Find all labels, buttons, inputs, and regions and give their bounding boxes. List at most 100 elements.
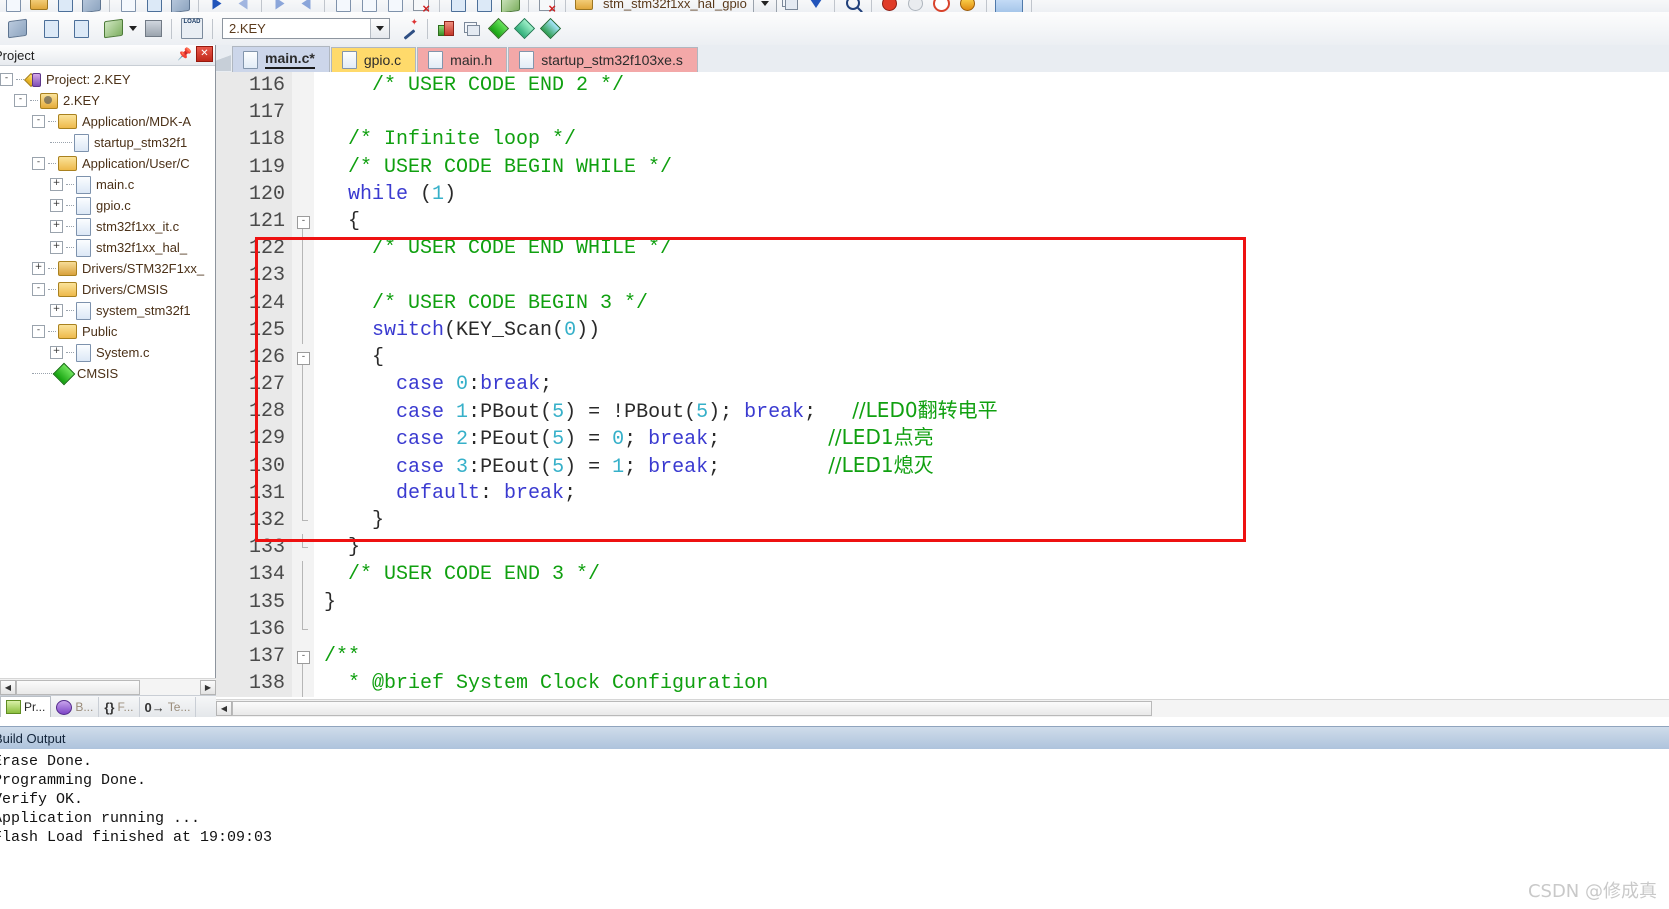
tree-item[interactable]: - Public	[0, 321, 215, 342]
code-line[interactable]: 128 case 1:PBout(5) = !PBout(5); break; …	[216, 397, 1669, 426]
code-line[interactable]: 118 /* Infinite loop */	[216, 126, 1669, 154]
fold-gutter[interactable]	[292, 479, 314, 507]
editor-tab-main.h[interactable]: main.h	[417, 47, 508, 72]
code-line[interactable]: 125 switch(KEY_Scan(0))	[216, 316, 1669, 344]
code-line[interactable]: 131 default: break;	[216, 479, 1669, 507]
panel-tab-te[interactable]: 0→ Te...	[140, 697, 197, 717]
collapse-icon[interactable]: -	[32, 115, 45, 128]
expand-icon[interactable]: +	[50, 199, 63, 212]
editor-tabbar[interactable]: main.c* gpio.c main.h startup_stm32f103xe.s	[216, 45, 1669, 73]
code-line[interactable]: 123	[216, 262, 1669, 290]
tree-item[interactable]: + main.c	[0, 174, 215, 195]
fold-gutter[interactable]	[292, 126, 314, 154]
code-text[interactable]	[314, 262, 336, 289]
tree-item[interactable]: - 2.KEY	[0, 90, 215, 111]
magic-wand-icon[interactable]	[398, 18, 420, 40]
code-line[interactable]: 135}	[216, 588, 1669, 616]
code-line[interactable]: 117	[216, 99, 1669, 127]
tree-item[interactable]: - Drivers/CMSIS	[0, 279, 215, 300]
code-line[interactable]: 122 /* USER CODE END WHILE */	[216, 235, 1669, 263]
chevron-down-icon[interactable]	[370, 19, 389, 38]
build-target-icon[interactable]	[142, 18, 164, 40]
fold-gutter[interactable]	[292, 425, 314, 453]
code-text[interactable]: case 0:break;	[314, 371, 552, 398]
fold-gutter[interactable]	[292, 99, 314, 127]
fold-gutter[interactable]	[292, 262, 314, 290]
fold-gutter[interactable]: -	[292, 207, 314, 236]
fold-gutter[interactable]	[292, 180, 314, 208]
code-text[interactable]: /* USER CODE END WHILE */	[314, 235, 672, 262]
configure-blocks-icon[interactable]	[435, 18, 457, 40]
code-text[interactable]	[314, 99, 336, 126]
scroll-left-button[interactable]: ◀	[0, 680, 16, 695]
code-line[interactable]: 132 }	[216, 507, 1669, 535]
editor-tab-gpio.c[interactable]: gpio.c	[330, 47, 417, 72]
fold-gutter[interactable]	[292, 615, 314, 643]
code-line[interactable]: 134 /* USER CODE END 3 */	[216, 561, 1669, 589]
code-line[interactable]: 119 /* USER CODE BEGIN WHILE */	[216, 153, 1669, 181]
dropdown-caret-icon[interactable]	[128, 18, 138, 40]
tree-item[interactable]: + stm32f1xx_hal_	[0, 237, 215, 258]
fold-gutter[interactable]: -	[292, 343, 314, 372]
tree-item[interactable]: + gpio.c	[0, 195, 215, 216]
expand-icon[interactable]: +	[32, 262, 45, 275]
multi-diamond-icon[interactable]	[539, 17, 561, 40]
tree-item[interactable]: CMSIS	[0, 362, 215, 385]
fold-gutter[interactable]	[292, 72, 314, 100]
tree-item[interactable]: + system_stm32f1	[0, 300, 215, 321]
fold-gutter[interactable]	[292, 398, 314, 426]
fold-gutter[interactable]	[292, 534, 314, 562]
code-text[interactable]: case 1:PBout(5) = !PBout(5); break; //LE…	[314, 397, 998, 426]
pin-icon[interactable]: 📌	[177, 48, 192, 60]
collapse-icon[interactable]: -	[32, 283, 45, 296]
code-lines[interactable]: 116 /* USER CODE END 2 */117 118 /* Infi…	[216, 72, 1669, 700]
code-text[interactable]: /* USER CODE BEGIN WHILE */	[314, 154, 672, 181]
project-panel-tabs[interactable]: Pr... B...{} F... 0→ Te...	[0, 695, 216, 717]
project-target-combo[interactable]: 2.KEY	[222, 18, 390, 39]
debug-settings-icon[interactable]	[70, 18, 92, 40]
windows-stack-icon[interactable]	[461, 18, 483, 40]
code-text[interactable]: /**	[314, 643, 360, 670]
code-line[interactable]: 129 case 2:PEout(5) = 0; break; //LED1点亮	[216, 424, 1669, 453]
tree-item[interactable]: + System.c	[0, 342, 215, 363]
tree-item[interactable]: + stm32f1xx_it.c	[0, 216, 215, 237]
editor-hscrollbar[interactable]: ◀	[216, 699, 1669, 717]
code-line[interactable]: 116 /* USER CODE END 2 */	[216, 72, 1669, 100]
panel-tab-pr[interactable]: Pr...	[0, 696, 52, 717]
download-to-target-icon[interactable]	[6, 18, 28, 40]
code-text[interactable]: /* Infinite loop */	[314, 126, 576, 153]
collapse-icon[interactable]: -	[32, 157, 45, 170]
code-text[interactable]: }	[314, 507, 384, 534]
fold-gutter[interactable]	[292, 670, 314, 698]
editor-tab-startup_stm32f103xe.s[interactable]: startup_stm32f103xe.s	[508, 47, 698, 72]
fold-collapse-icon[interactable]: -	[297, 650, 310, 664]
expand-icon[interactable]: +	[50, 346, 63, 359]
code-text[interactable]: case 3:PEout(5) = 1; break; //LED1熄灭	[314, 452, 934, 481]
scroll-thumb[interactable]	[16, 680, 140, 695]
code-view[interactable]: 116 /* USER CODE END 2 */117 118 /* Infi…	[216, 72, 1669, 700]
fold-collapse-icon[interactable]: -	[297, 351, 310, 365]
fold-gutter[interactable]	[292, 153, 314, 181]
tree-item[interactable]: - Project: 2.KEY	[0, 69, 215, 90]
code-line[interactable]: 120 while (1)	[216, 180, 1669, 208]
expand-icon[interactable]: +	[50, 304, 63, 317]
code-line[interactable]: 124 /* USER CODE BEGIN 3 */	[216, 289, 1669, 317]
code-line[interactable]: 126- {	[216, 343, 1669, 372]
code-line[interactable]: 130 case 3:PEout(5) = 1; break; //LED1熄灭	[216, 452, 1669, 481]
debug-stop-icon[interactable]	[40, 18, 62, 40]
code-text[interactable]: case 2:PEout(5) = 0; break; //LED1点亮	[314, 424, 934, 453]
code-line[interactable]: 133 }	[216, 534, 1669, 562]
tree-item[interactable]: - Application/MDK-A	[0, 111, 215, 132]
code-text[interactable]: default: break;	[314, 480, 576, 507]
code-line[interactable]: 137-/**	[216, 642, 1669, 671]
close-icon[interactable]: ✕	[196, 46, 213, 62]
expand-icon[interactable]: +	[50, 178, 63, 191]
collapse-icon[interactable]: -	[14, 94, 27, 107]
code-text[interactable]	[314, 616, 336, 643]
collapse-icon[interactable]: -	[32, 325, 45, 338]
scroll-right-button[interactable]: ▶	[200, 680, 216, 695]
code-text[interactable]: /* USER CODE END 2 */	[314, 72, 624, 99]
fold-gutter[interactable]	[292, 316, 314, 344]
code-text[interactable]: * @brief System Clock Configuration	[314, 670, 768, 697]
fold-gutter[interactable]	[292, 235, 314, 263]
